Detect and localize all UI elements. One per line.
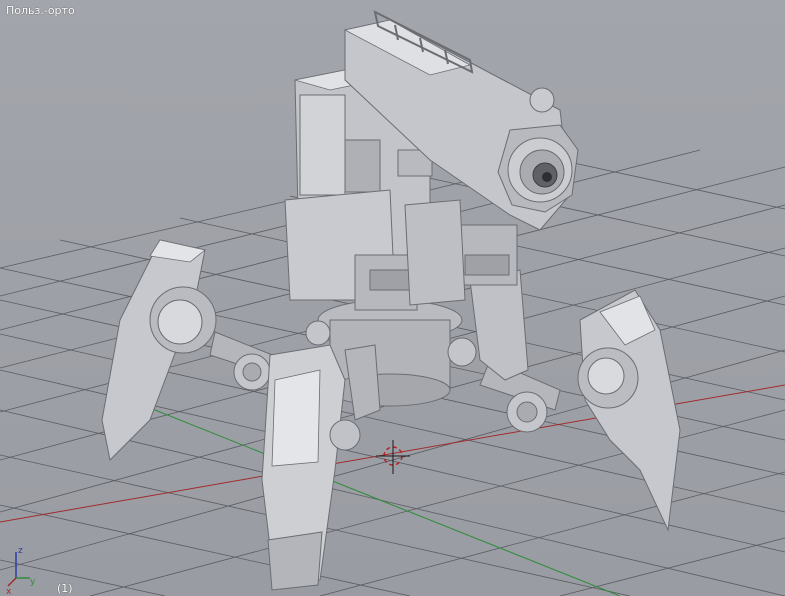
axis-gizmo: z y x: [6, 546, 36, 596]
viewport-canvas[interactable]: z y x: [0, 0, 785, 596]
3d-cursor-icon[interactable]: [376, 440, 410, 474]
spider-mech-model[interactable]: [101, 10, 681, 591]
view-name-label: Польз.-орто: [6, 4, 75, 17]
y-axis-line: [129, 399, 621, 596]
gizmo-y-label: y: [30, 577, 36, 587]
3d-viewport[interactable]: z y x Польз.-орто (1): [0, 0, 785, 596]
gizmo-z-label: z: [18, 546, 23, 556]
frame-number-label: (1): [57, 582, 73, 595]
gizmo-x-label: x: [6, 587, 12, 596]
front-left-leg[interactable]: [261, 344, 381, 591]
left-rear-leg[interactable]: [101, 239, 286, 462]
